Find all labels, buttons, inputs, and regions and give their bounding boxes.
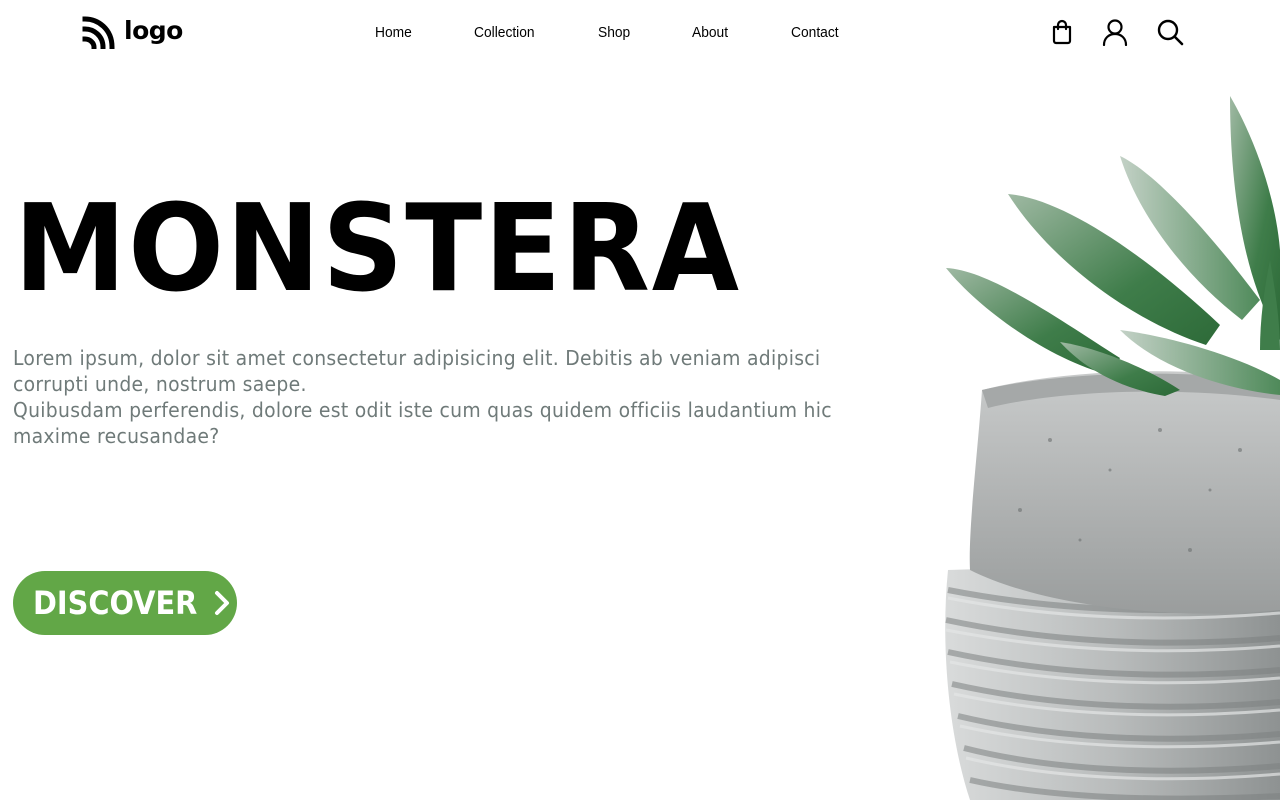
landing-page: logo Home Collection Shop About Contact [0,0,1280,800]
logo-icon [82,16,115,49]
search-button[interactable] [1154,16,1186,48]
user-icon [1102,19,1128,46]
site-header: logo Home Collection Shop About Contact [0,0,1280,70]
logo-text: logo [124,15,183,45]
nav-shop[interactable]: Shop [598,24,630,41]
hero-description: Lorem ipsum, dolor sit amet consectetur … [13,345,859,449]
search-icon [1157,19,1184,46]
hero-description-line-2: Quibusdam perferendis, dolore est odit i… [13,398,832,448]
chevron-right-icon [215,591,229,615]
discover-button[interactable]: DISCOVER [13,571,237,635]
hero-description-line-1: Lorem ipsum, dolor sit amet consectetur … [13,346,821,396]
nav-collection[interactable]: Collection [474,24,535,41]
logo[interactable]: logo [82,14,183,50]
nav-home[interactable]: Home [375,24,412,41]
cart-button[interactable] [1046,16,1078,48]
nav-contact[interactable]: Contact [791,24,839,41]
account-button[interactable] [1099,16,1131,48]
shopping-bag-icon [1052,19,1072,45]
hero-title: MONSTERA [14,180,741,319]
succulent-pot-image [945,96,1280,800]
discover-button-label: DISCOVER [33,584,198,622]
nav-about[interactable]: About [692,24,728,41]
